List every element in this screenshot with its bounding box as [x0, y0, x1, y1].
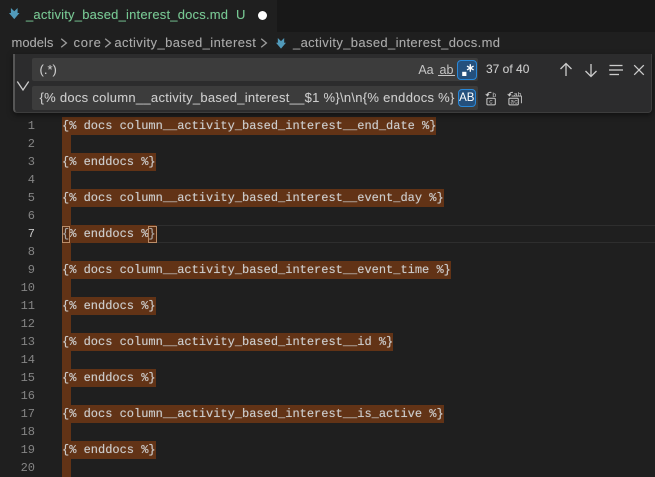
svg-text:c: c [489, 99, 493, 106]
svg-text:ac: ac [510, 99, 518, 106]
svg-text:ab: ab [514, 92, 522, 99]
